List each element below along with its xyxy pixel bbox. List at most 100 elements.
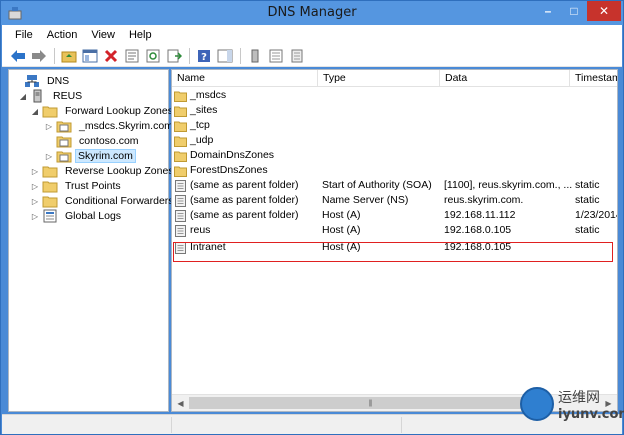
folder-icon xyxy=(42,164,58,178)
tree-node-trust-points[interactable]: ▷ Trust Points xyxy=(30,178,125,194)
tree-node-dns[interactable]: DNS xyxy=(12,73,73,89)
cell-name: DomainDnsZones xyxy=(174,148,319,163)
list-item[interactable]: (same as parent folder) Host (A) 192.168.1… xyxy=(172,208,617,223)
record-type: Host (A) xyxy=(322,224,361,236)
cell-name: (same as parent folder) xyxy=(174,178,319,193)
toolbar-separator xyxy=(54,47,55,64)
record-name: _tcp xyxy=(190,119,210,131)
collapse-toggle[interactable]: ◢ xyxy=(30,107,40,116)
dns-record-icon xyxy=(174,179,187,192)
dns-record-icon xyxy=(174,209,187,222)
minimize-button[interactable]: – xyxy=(535,1,561,21)
tree-label: Global Logs xyxy=(65,210,122,222)
list-item[interactable]: _tcp xyxy=(172,118,617,133)
cell-name: (same as parent folder) xyxy=(174,193,319,208)
up-folder-icon[interactable] xyxy=(59,47,79,65)
zone-icon[interactable] xyxy=(266,47,286,65)
list-item[interactable]: ForestDnsZones xyxy=(172,163,617,178)
tree-label: Trust Points xyxy=(65,180,121,192)
tree-label: Reverse Lookup Zones xyxy=(65,165,174,177)
window-title: DNS Manager xyxy=(267,5,357,20)
tree-node-skyrim[interactable]: ▷ Skyrim.com xyxy=(44,148,136,164)
close-button[interactable]: ✕ xyxy=(587,1,621,21)
expand-toggle[interactable]: ▷ xyxy=(30,182,40,191)
folder-icon xyxy=(42,194,58,208)
record-type xyxy=(322,148,442,163)
help-icon[interactable]: ? xyxy=(194,47,214,65)
list-item[interactable]: DomainDnsZones xyxy=(172,148,617,163)
expand-toggle[interactable]: ▷ xyxy=(44,122,54,131)
menu-action[interactable]: Action xyxy=(40,29,85,41)
record-name: reus xyxy=(190,224,211,236)
menu-bar: File Action View Help xyxy=(2,25,622,45)
properties-icon[interactable] xyxy=(122,47,142,65)
record-data xyxy=(444,163,572,178)
action-pane-icon[interactable] xyxy=(215,47,235,65)
console-tree[interactable]: DNS ◢ REUS ◢ Forward Lookup Zones ▷ _msd… xyxy=(8,69,174,412)
menu-view[interactable]: View xyxy=(84,29,122,41)
collapse-toggle[interactable]: ◢ xyxy=(18,92,28,101)
record-icon[interactable] xyxy=(287,47,307,65)
list-header: Name Type Data Timestamp xyxy=(172,70,617,87)
expand-toggle[interactable]: ▷ xyxy=(44,152,54,161)
record-timestamp xyxy=(575,103,617,118)
list-item[interactable]: _udp xyxy=(172,133,617,148)
list-item[interactable]: _msdcs xyxy=(172,88,617,103)
export-list-icon[interactable] xyxy=(164,47,184,65)
zone-icon xyxy=(56,134,72,148)
refresh-icon[interactable] xyxy=(143,47,163,65)
watermark-logo-icon xyxy=(520,387,554,421)
tree-node-contoso[interactable]: contoso.com xyxy=(44,133,143,149)
tree-node-reus[interactable]: ◢ REUS xyxy=(18,88,86,104)
column-header-data[interactable]: Data xyxy=(440,70,570,87)
tree-label: Conditional Forwarders xyxy=(65,195,174,207)
show-hide-tree-icon[interactable] xyxy=(80,47,100,65)
scroll-left-arrow-icon[interactable]: ◀ xyxy=(172,395,189,411)
tree-node-reverse-lookup-zones[interactable]: ▷ Reverse Lookup Zones xyxy=(30,163,178,179)
record-type xyxy=(322,88,442,103)
expand-toggle[interactable]: ▷ xyxy=(30,197,40,206)
expand-toggle[interactable]: ▷ xyxy=(30,167,40,176)
status-section xyxy=(2,417,172,433)
folder-icon xyxy=(42,179,58,193)
menu-file[interactable]: File xyxy=(8,29,40,41)
list-item[interactable]: reus Host (A) 192.168.0.105 static xyxy=(172,223,617,238)
server-icon xyxy=(30,89,46,103)
record-timestamp xyxy=(575,163,617,178)
dns-manager-window: DNS Manager – □ ✕ File Action View Help xyxy=(0,0,624,435)
folder-icon xyxy=(174,135,187,147)
record-data: 192.168.0.105 xyxy=(444,224,512,236)
menu-help[interactable]: Help xyxy=(122,29,159,41)
cell-name: ForestDnsZones xyxy=(174,163,319,178)
record-name: _udp xyxy=(190,134,214,146)
tree-label: _msdcs.Skyrim.com xyxy=(79,120,173,132)
record-name: DomainDnsZones xyxy=(190,149,275,161)
expand-toggle[interactable]: ▷ xyxy=(30,212,40,221)
list-item[interactable]: _sites xyxy=(172,103,617,118)
forward-arrow-icon[interactable] xyxy=(29,47,49,65)
back-arrow-icon[interactable] xyxy=(8,47,28,65)
tree-node-conditional-forwarders[interactable]: ▷ Conditional Forwarders xyxy=(30,193,178,209)
scroll-thumb[interactable]: ||| xyxy=(189,397,551,409)
record-type: Host (A) xyxy=(322,209,361,221)
records-list[interactable]: Name Type Data Timestamp _msdcs _sites _tc… xyxy=(171,69,618,412)
title-bar[interactable]: DNS Manager – □ ✕ xyxy=(1,1,623,25)
record-type xyxy=(322,163,442,178)
tree-node-global-logs[interactable]: ▷ Global Logs xyxy=(30,208,125,224)
column-header-name[interactable]: Name xyxy=(172,70,318,87)
server-icon[interactable] xyxy=(245,47,265,65)
tree-label: DNS xyxy=(47,75,70,87)
folder-icon xyxy=(174,150,187,162)
maximize-button[interactable]: □ xyxy=(561,1,587,21)
dns-record-icon xyxy=(174,224,187,237)
record-type: Start of Authority (SOA) xyxy=(322,179,432,191)
tree-node-msdcs-skyrim[interactable]: ▷ _msdcs.Skyrim.com xyxy=(44,118,177,134)
delete-icon[interactable] xyxy=(101,47,121,65)
list-item[interactable]: (same as parent folder) Name Server (NS) r… xyxy=(172,193,617,208)
column-header-timestamp[interactable]: Timestamp xyxy=(570,70,617,87)
record-timestamp xyxy=(575,133,617,148)
cell-name: _udp xyxy=(174,133,319,148)
tree-node-forward-lookup-zones[interactable]: ◢ Forward Lookup Zones xyxy=(30,103,177,119)
column-header-type[interactable]: Type xyxy=(318,70,440,87)
list-item[interactable]: (same as parent folder) Start of Authorit… xyxy=(172,178,617,193)
